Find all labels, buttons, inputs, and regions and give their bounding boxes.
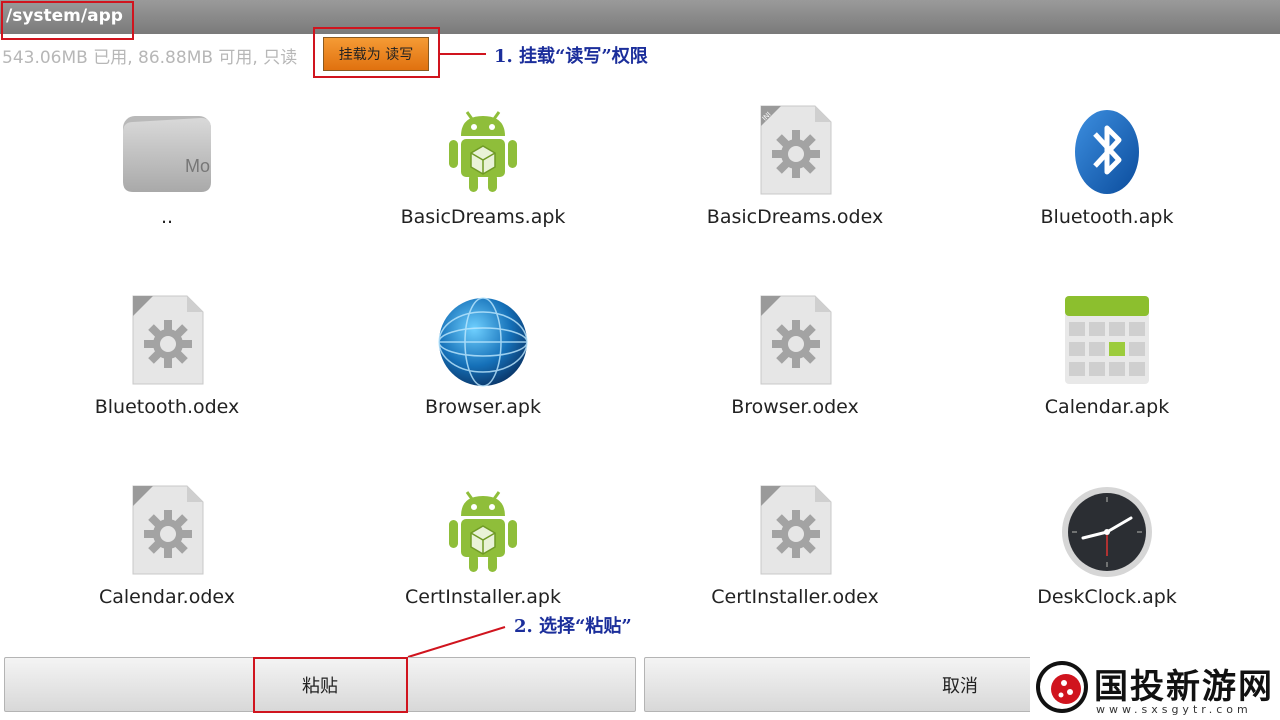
watermark-url: www.sxsgytr.com	[1096, 703, 1252, 716]
watermark: 国投新游网 www.sxsgytr.com	[1030, 655, 1280, 720]
watermark-logo-icon	[1036, 661, 1088, 713]
annotation-line-2	[407, 626, 506, 658]
watermark-text: 国投新游网	[1094, 667, 1274, 707]
paste-highlight-box	[253, 657, 408, 713]
cancel-button-label: 取消	[942, 675, 978, 697]
